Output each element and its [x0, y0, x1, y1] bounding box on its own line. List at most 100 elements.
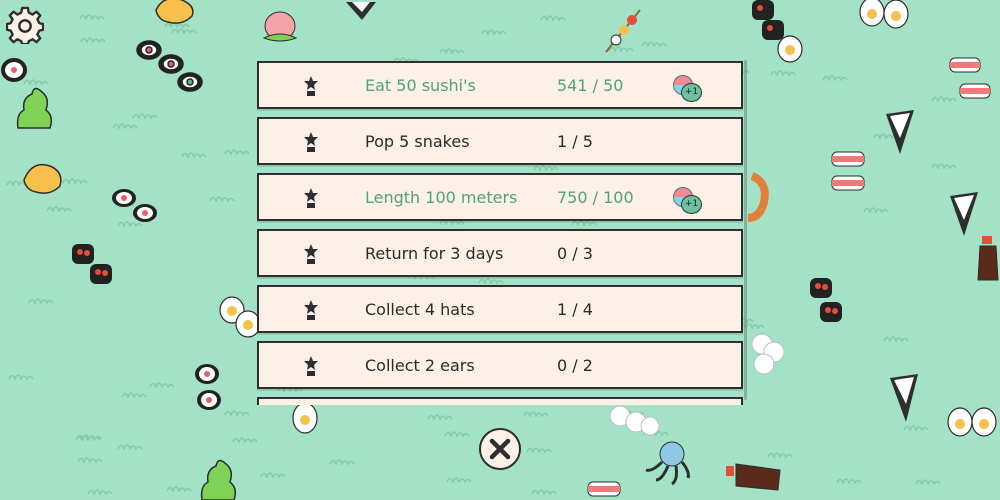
soy-sauce-icon — [726, 463, 781, 491]
achievement-label: Collect 2 ears — [365, 356, 475, 375]
grass-tuft — [87, 489, 113, 495]
achievement-label: Pop 5 snakes — [365, 132, 470, 151]
grass-tuft — [149, 382, 175, 388]
grass-tuft — [863, 207, 889, 213]
grass-tuft — [181, 152, 207, 158]
achievement-row: Eat 50 sushi's 541 / 50 +1 — [257, 61, 743, 109]
achievement-label: Collect 4 hats — [365, 300, 475, 319]
close-button[interactable] — [479, 428, 521, 470]
roe-sushi-icon — [72, 244, 112, 284]
achievement-progress: 1 / 5 — [557, 132, 593, 151]
grass-tuft — [915, 479, 941, 485]
gear-icon[interactable] — [6, 6, 44, 44]
grass-tuft — [121, 392, 147, 398]
grass-tuft — [439, 48, 465, 54]
achievement-label: Length 100 meters — [365, 188, 518, 207]
achievement-row: Pop 5 snakes 1 / 5 — [257, 117, 743, 165]
egg-icon — [859, 0, 909, 29]
grass-tuft — [770, 70, 796, 76]
wasabi-icon — [200, 459, 237, 500]
grass-tuft — [132, 113, 158, 119]
soy-sauce-icon — [977, 236, 999, 281]
achievement-progress: 0 / 2 — [557, 356, 593, 375]
grass-tuft — [883, 336, 909, 342]
trophy-icon — [304, 300, 318, 320]
grass-tuft — [46, 206, 72, 212]
achievement-progress: 541 / 50 — [557, 76, 624, 95]
grass-tuft — [427, 414, 453, 420]
octopus-icon — [645, 441, 690, 486]
achievement-progress: 750 / 100 — [557, 188, 634, 207]
achievement-row: Collect 4 hats 1 / 4 — [257, 285, 743, 333]
sushi-roll-icon — [112, 189, 157, 222]
grass-tuft — [79, 14, 105, 20]
onigiri-icon — [886, 110, 914, 154]
egg-icon — [777, 35, 803, 63]
grass-tuft — [767, 452, 793, 458]
sushi-roll-icon — [136, 40, 203, 92]
list-scrollbar[interactable] — [744, 60, 747, 400]
grass-tuft — [232, 437, 258, 443]
grass-tuft — [224, 410, 250, 416]
rice-ball-icon — [609, 405, 660, 436]
grass-tuft — [260, 472, 286, 478]
reward-capsule[interactable]: +1 — [671, 73, 702, 102]
achievement-label: Return for 3 days — [365, 244, 504, 263]
wasabi-icon — [16, 87, 53, 129]
trophy-icon — [304, 76, 318, 96]
close-icon — [489, 438, 511, 460]
achievement-row: Collect 2 ears 0 / 2 — [257, 341, 743, 389]
grass-tuft — [531, 489, 557, 495]
achievement-label: Eat 50 sushi's — [365, 76, 476, 95]
skewer-icon — [605, 9, 641, 53]
achievement-row: Length 100 meters 750 / 100 +1 — [257, 173, 743, 221]
grass-tuft — [446, 477, 472, 483]
grass-tuft — [117, 444, 143, 450]
grass-tuft — [224, 149, 250, 155]
grass-tuft — [481, 29, 507, 35]
achievement-row: Return for 3 days 0 / 3 — [257, 229, 743, 277]
grass-tuft — [77, 457, 103, 463]
grass-tuft — [540, 15, 566, 21]
grass-tuft — [836, 478, 862, 484]
trophy-icon — [304, 244, 318, 264]
nigiri-icon — [587, 481, 621, 497]
grass-tuft — [209, 196, 235, 202]
reward-badge: +1 — [681, 195, 702, 214]
trophy-icon — [304, 188, 318, 208]
nigiri-icon — [831, 151, 865, 191]
rice-ball-icon — [751, 333, 785, 375]
onigiri-icon — [890, 374, 918, 422]
egg-icon — [292, 402, 318, 434]
reward-badge: +1 — [681, 83, 702, 102]
grass-tuft — [112, 123, 138, 129]
egg-icon — [947, 407, 997, 437]
achievement-row-partial — [257, 397, 743, 405]
grass-tuft — [329, 459, 355, 465]
grass-tuft — [8, 374, 34, 380]
grass-tuft — [80, 37, 106, 43]
grass-tuft — [28, 298, 54, 304]
shrimp-icon — [747, 172, 769, 222]
achievement-progress: 0 / 3 — [557, 244, 593, 263]
trophy-icon — [304, 132, 318, 152]
grass-tuft — [931, 163, 957, 169]
grass-tuft — [526, 447, 552, 453]
trophy-icon — [304, 356, 318, 376]
bun-icon — [262, 11, 298, 42]
nigiri-icon — [949, 57, 991, 99]
grass-tuft — [822, 75, 848, 81]
onigiri-icon — [346, 2, 376, 20]
achievements-list[interactable]: Eat 50 sushi's 541 / 50 +1 Pop 5 snakes … — [255, 57, 747, 405]
grass-tuft — [523, 411, 549, 417]
achievement-progress: 1 / 4 — [557, 300, 593, 319]
reward-capsule[interactable]: +1 — [671, 185, 702, 214]
roe-sushi-icon — [810, 278, 842, 322]
grass-tuft — [76, 434, 102, 440]
grass-tuft — [166, 486, 192, 492]
sushi-roll-icon — [195, 364, 221, 410]
fortune-cookie-icon — [23, 163, 62, 194]
onigiri-icon — [950, 192, 978, 236]
fortune-cookie-icon — [155, 0, 194, 24]
grass-tuft — [444, 431, 470, 437]
